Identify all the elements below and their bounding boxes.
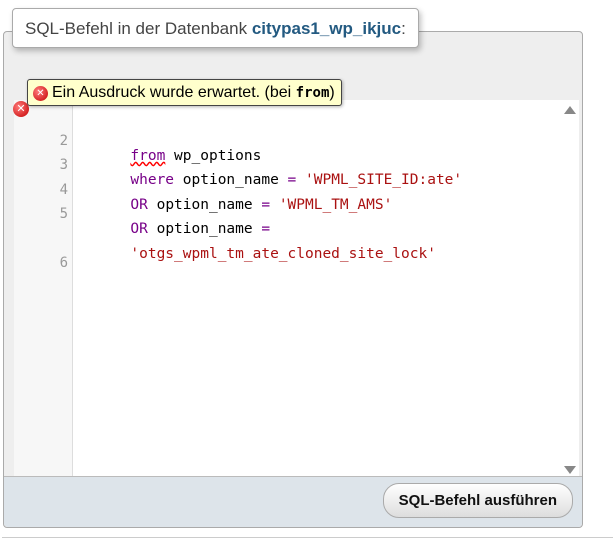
line-number: 4	[59, 182, 68, 198]
code-line-5-wrapped: 'otgs_wpml_tm_ate_cloned_site_lock'	[130, 246, 436, 262]
scroll-up-icon[interactable]	[564, 106, 576, 114]
error-message-end: )	[329, 84, 335, 101]
error-icon: ✕	[33, 86, 48, 101]
database-name: citypas1_wp_ikjuc	[251, 19, 402, 38]
legend-suffix: :	[401, 19, 406, 38]
legend-text: SQL-Befehl in der Datenbank	[25, 19, 252, 38]
line-number: 5	[59, 206, 68, 222]
sql-editor[interactable]: 2 3 4 5 6 from wp_options where option_n…	[14, 100, 579, 498]
error-keyword: from	[295, 85, 330, 101]
execute-sql-button[interactable]: SQL-Befehl ausführen	[382, 483, 573, 518]
divider	[2, 537, 613, 538]
panel-footer: SQL-Befehl ausführen	[4, 476, 582, 527]
panel-legend: SQL-Befehl in der Datenbank citypas1_wp_…	[12, 8, 419, 48]
vertical-scrollbar[interactable]	[562, 100, 579, 480]
line-number: 3	[59, 157, 68, 173]
line-number: 6	[59, 255, 68, 271]
line-number: 2	[59, 133, 68, 149]
error-tooltip: ✕ Ein Ausdruck wurde erwartet. (bei from)	[27, 79, 342, 106]
error-message: Ein Ausdruck wurde erwartet. (bei	[52, 84, 296, 101]
scroll-down-icon[interactable]	[564, 466, 576, 474]
line-number-gutter: 2 3 4 5 6	[14, 100, 73, 480]
